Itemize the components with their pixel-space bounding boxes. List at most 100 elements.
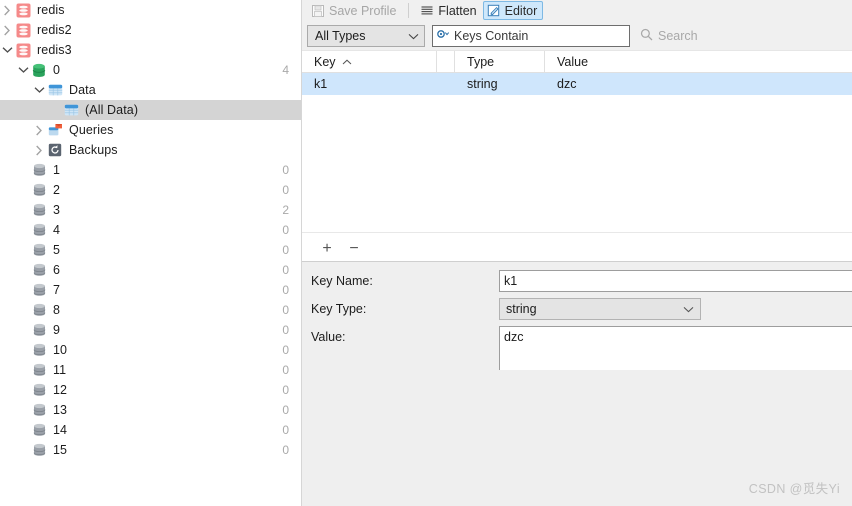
tree-item-13[interactable]: 13 0 — [0, 400, 301, 420]
save-icon — [311, 4, 325, 18]
database-grey-icon — [30, 160, 48, 180]
tree-item-label: 7 — [53, 283, 61, 297]
key-type-field-wrap: string — [499, 297, 852, 320]
database-grey-icon — [30, 340, 48, 360]
tree-item-label: 3 — [53, 203, 61, 217]
key-type-label: Key Type: — [311, 301, 367, 316]
tree-item-count: 0 — [282, 283, 289, 297]
tree-item-10[interactable]: 10 0 — [0, 340, 301, 360]
keys-contain-placeholder: Keys Contain — [454, 28, 529, 43]
connection-tree[interactable]: redis redis2 redis3 0 4 Data (All Data) Queries… — [0, 0, 301, 460]
tree-item-queries[interactable]: Queries — [0, 120, 301, 140]
database-grey-icon — [30, 380, 48, 400]
editor-label: Editor — [504, 3, 538, 18]
database-grey-icon — [30, 420, 48, 440]
tree-item-12[interactable]: 12 0 — [0, 380, 301, 400]
tree-item-data[interactable]: Data — [0, 80, 301, 100]
database-grey-icon — [30, 220, 48, 240]
table-body[interactable]: k1 string dzc — [302, 73, 852, 95]
tree-item-0[interactable]: 04 — [0, 60, 301, 80]
column-header-key[interactable]: Key — [302, 51, 437, 72]
key-editor-form: Key Name: k1 Key Type: string Value: dzc — [302, 261, 852, 506]
tree-item-14[interactable]: 14 0 — [0, 420, 301, 440]
tree-item-count: 4 — [282, 63, 289, 77]
tree-item-label: 10 — [53, 343, 68, 357]
database-grey-icon — [30, 440, 48, 460]
key-name-input[interactable]: k1 — [499, 269, 852, 292]
tree-item-count: 0 — [282, 443, 289, 457]
tree-item-redis3[interactable]: redis3 — [0, 40, 301, 60]
editor-button[interactable]: Editor — [482, 1, 544, 20]
tree-item-label: 14 — [53, 423, 68, 437]
value-textarea[interactable]: dzc — [499, 325, 852, 370]
tree-item-label: redis — [37, 3, 65, 17]
remove-key-button[interactable]: − — [347, 241, 361, 257]
key-name-label: Key Name: — [311, 273, 373, 288]
key-type-select[interactable]: string — [499, 297, 701, 320]
tree-item-backups[interactable]: Backups — [0, 140, 301, 160]
save-profile-label: Save Profile — [329, 3, 397, 18]
key-name-row: Key Name: k1 — [302, 269, 852, 298]
tree-item-label: Backups — [69, 143, 118, 157]
tree-item-count: 0 — [282, 163, 289, 177]
chevron-right-icon[interactable] — [32, 125, 46, 136]
tree-item-7[interactable]: 70 — [0, 280, 301, 300]
tree-item-redis2[interactable]: redis2 — [0, 20, 301, 40]
tree-item-count: 0 — [282, 263, 289, 277]
keys-contain-input[interactable]: Keys Contain — [432, 24, 630, 47]
filter-options-gear-icon[interactable] — [436, 28, 452, 43]
tree-item-6[interactable]: 60 — [0, 260, 301, 280]
top-toolbar: Save Profile Flatten Editor — [302, 0, 852, 21]
tree-item-redis[interactable]: redis — [0, 0, 301, 20]
chevron-right-icon[interactable] — [32, 145, 46, 156]
tree-item-2[interactable]: 20 — [0, 180, 301, 200]
tree-item-all-data[interactable]: (All Data) — [0, 100, 301, 120]
column-header-key-label: Key — [314, 54, 336, 69]
tree-item-count: 0 — [282, 423, 289, 437]
tree-item-1[interactable]: 10 — [0, 160, 301, 180]
chevron-down-icon[interactable] — [32, 86, 46, 94]
chevron-down-icon — [683, 302, 694, 316]
tree-item-label: Queries — [69, 123, 114, 137]
column-header-type[interactable]: Type — [455, 51, 545, 72]
tree-item-count: 0 — [282, 183, 289, 197]
redis-server-icon — [14, 0, 32, 20]
database-grey-icon — [30, 180, 48, 200]
table-row[interactable]: k1 string dzc — [302, 73, 852, 95]
search-button[interactable]: Search — [640, 28, 698, 44]
sort-ascending-icon — [342, 57, 352, 67]
tree-item-5[interactable]: 50 — [0, 240, 301, 260]
tree-item-11[interactable]: 11 0 — [0, 360, 301, 380]
column-header-value[interactable]: Value — [545, 51, 852, 72]
database-grey-icon — [30, 260, 48, 280]
keys-table[interactable]: Key Type Value k1 string dzc — [302, 50, 852, 232]
flatten-button[interactable]: Flatten — [416, 1, 482, 20]
tree-item-count: 0 — [282, 223, 289, 237]
type-filter-value: All Types — [315, 28, 366, 43]
chevron-down-icon[interactable] — [16, 66, 30, 74]
tree-item-label: 15 — [53, 443, 68, 457]
tree-item-8[interactable]: 80 — [0, 300, 301, 320]
tree-item-15[interactable]: 15 0 — [0, 440, 301, 460]
search-icon — [640, 28, 653, 44]
add-key-button[interactable]: + — [320, 241, 334, 257]
chevron-right-icon[interactable] — [0, 5, 14, 16]
connection-tree-panel[interactable]: redis redis2 redis3 0 4 Data (All Data) Queries… — [0, 0, 302, 506]
key-type-value: string — [506, 301, 537, 316]
backups-icon — [46, 140, 64, 160]
chevron-right-icon[interactable] — [0, 25, 14, 36]
tree-item-count: 2 — [282, 203, 289, 217]
tree-item-3[interactable]: 32 — [0, 200, 301, 220]
redis-client-window: redis redis2 redis3 0 4 Data (All Data) Queries… — [0, 0, 852, 506]
editor-pencil-icon — [487, 4, 501, 18]
chevron-down-icon[interactable] — [0, 46, 14, 54]
type-filter-select[interactable]: All Types — [307, 24, 425, 47]
tree-item-4[interactable]: 40 — [0, 220, 301, 240]
database-grey-icon — [30, 240, 48, 260]
column-header-type-label: Type — [467, 54, 495, 69]
tree-item-9[interactable]: 90 — [0, 320, 301, 340]
tree-item-count: 0 — [282, 363, 289, 377]
tree-item-label: 5 — [53, 243, 61, 257]
database-grey-icon — [30, 280, 48, 300]
save-profile-button[interactable]: Save Profile — [307, 1, 402, 20]
